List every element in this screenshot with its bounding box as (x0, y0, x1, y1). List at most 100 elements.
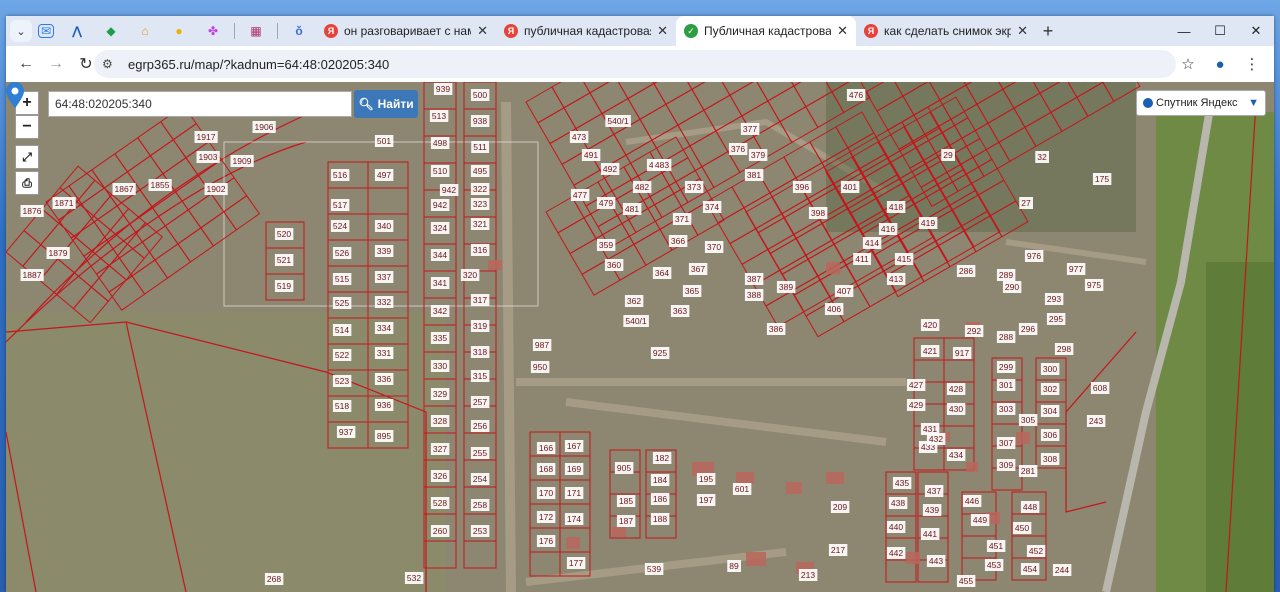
parcel-label[interactable]: 396 (792, 181, 812, 193)
parcel-label[interactable]: 925 (650, 347, 670, 359)
parcel-label[interactable]: 453 (984, 559, 1004, 571)
parcel-label[interactable]: 244 (1052, 564, 1072, 576)
parcel-label[interactable]: 304 (1040, 405, 1060, 417)
parcel-label[interactable]: 268 (264, 573, 284, 585)
parcel-label[interactable]: 950 (530, 361, 550, 373)
parcel-label[interactable]: 308 (1040, 453, 1060, 465)
forward-button[interactable]: → (42, 50, 70, 78)
parcel-label[interactable]: 342 (430, 305, 450, 317)
parcel-label[interactable]: 401 (840, 181, 860, 193)
parcel-label[interactable]: 292 (964, 325, 984, 337)
parcel-label[interactable]: 167 (564, 440, 584, 452)
parcel-label[interactable]: 532 (404, 572, 424, 584)
bookmark-a-icon[interactable]: ⋀ (66, 20, 88, 42)
parcel-label[interactable]: 330 (430, 360, 450, 372)
parcel-label[interactable]: 185 (616, 495, 636, 507)
parcel-label[interactable]: 406 (824, 303, 844, 315)
parcel-label[interactable]: 298 (1054, 343, 1074, 355)
close-tab-icon[interactable]: ✕ (837, 23, 848, 39)
parcel-label[interactable]: 416 (878, 223, 898, 235)
parcel-label[interactable]: 411 (853, 253, 872, 265)
parcel-label[interactable]: 255 (470, 447, 490, 459)
close-tab-icon[interactable]: ✕ (1017, 23, 1028, 39)
parcel-label[interactable]: 454 (1020, 563, 1040, 575)
parcel-label[interactable]: 976 (1024, 250, 1044, 262)
parcel-label[interactable]: 371 (672, 213, 692, 225)
close-tab-icon[interactable]: ✕ (477, 23, 488, 39)
print-icon[interactable]: ⎙ (15, 171, 39, 195)
parcel-label[interactable]: 301 (996, 379, 1016, 391)
parcel-label[interactable]: 171 (564, 487, 584, 499)
parcel-label[interactable]: 335 (430, 332, 450, 344)
layer-select[interactable]: Спутник Яндекс ▼ (1136, 90, 1266, 116)
zoom-out-button[interactable]: − (15, 115, 39, 139)
parcel-label[interactable]: 473 (569, 131, 589, 143)
parcel-label[interactable]: 329 (430, 388, 450, 400)
parcel-label[interactable]: 511 (471, 141, 490, 153)
parcel-label[interactable]: 937 (336, 426, 356, 438)
parcel-label[interactable]: 327 (430, 443, 450, 455)
parcel-label[interactable]: 539 (644, 563, 664, 575)
parcel-label[interactable]: 286 (956, 265, 976, 277)
parcel-label[interactable]: 317 (470, 294, 490, 306)
parcel-label[interactable]: 522 (332, 349, 352, 361)
parcel-label[interactable]: 303 (996, 403, 1016, 415)
parcel-label[interactable]: 987 (532, 339, 552, 351)
parcel-label[interactable]: 27 (1019, 197, 1033, 209)
parcel-label[interactable]: 168 (536, 463, 556, 475)
parcel-label[interactable]: 418 (886, 201, 906, 213)
parcel-label[interactable]: 523 (332, 375, 352, 387)
parcel-label[interactable]: 491 (581, 149, 601, 161)
parcel-label[interactable]: 365 (682, 285, 702, 297)
parcel-label[interactable]: 307 (996, 437, 1016, 449)
parcel-label[interactable]: 420 (920, 319, 940, 331)
parcel-label[interactable]: 281 (1018, 465, 1038, 477)
parcel-label[interactable]: 182 (652, 452, 672, 464)
parcel-label[interactable]: 905 (614, 462, 634, 474)
parcel-label[interactable]: 497 (374, 169, 394, 181)
parcel-label[interactable]: 288 (996, 331, 1016, 343)
parcel-label[interactable]: 450 (1012, 522, 1032, 534)
parcel-label[interactable]: 525 (332, 297, 352, 309)
parcel-label[interactable]: 197 (696, 494, 716, 506)
parcel-label[interactable]: 367 (688, 263, 708, 275)
parcel-label[interactable]: 166 (536, 442, 556, 454)
parcel-label[interactable]: 519 (274, 280, 294, 292)
parcel-label[interactable]: 316 (470, 244, 490, 256)
parcel-label[interactable]: 437 (924, 485, 944, 497)
bookmark-star-icon[interactable]: ☆ (1172, 50, 1204, 78)
parcel-label[interactable]: 521 (274, 254, 294, 266)
parcel-label[interactable]: 501 (374, 135, 394, 147)
parcel-label[interactable]: 517 (330, 199, 350, 211)
parcel-label[interactable]: 184 (650, 474, 670, 486)
parcel-label[interactable]: 1902 (204, 183, 228, 195)
parcel-label[interactable]: 441 (920, 528, 940, 540)
parcel-label[interactable]: 359 (596, 239, 616, 251)
parcel-label[interactable]: 254 (470, 473, 490, 485)
parcel-label[interactable]: 1906 (252, 121, 276, 133)
parcel-label[interactable]: 977 (1066, 263, 1086, 275)
cadastral-map[interactable]: 939 500 513 938 501 498 511 516 497 510 495 942 322 5… (6, 82, 1274, 592)
parcel-label[interactable]: 305 (1018, 414, 1038, 426)
parcel-label[interactable]: 187 (616, 515, 636, 527)
minimize-button[interactable]: — (1166, 16, 1202, 46)
parcel-label[interactable]: 515 (332, 273, 352, 285)
parcel-label[interactable]: 939 (433, 83, 453, 95)
parcel-label[interactable]: 438 (888, 497, 908, 509)
parcel-label[interactable]: 446 (962, 495, 982, 507)
parcel-label[interactable]: 360 (604, 259, 624, 271)
parcel-label[interactable]: 440 (886, 521, 906, 533)
maximize-button[interactable]: ☐ (1202, 16, 1238, 46)
parcel-label[interactable]: 419 (918, 217, 938, 229)
parcel-label[interactable]: 319 (470, 320, 490, 332)
parcel-label[interactable]: 332 (374, 296, 394, 308)
parcel-label[interactable]: 520 (274, 228, 294, 240)
parcel-label[interactable]: 455 (956, 575, 976, 587)
parcel-label[interactable]: 243 (1086, 415, 1106, 427)
parcel-label[interactable]: 258 (470, 499, 490, 511)
parcel-label[interactable]: 481 (622, 203, 642, 215)
parcel-label[interactable]: 341 (430, 277, 450, 289)
parcel-label[interactable]: 1903 (196, 151, 220, 163)
tab-search-button[interactable]: ⌄ (10, 20, 32, 42)
parcel-label[interactable]: 388 (744, 289, 764, 301)
